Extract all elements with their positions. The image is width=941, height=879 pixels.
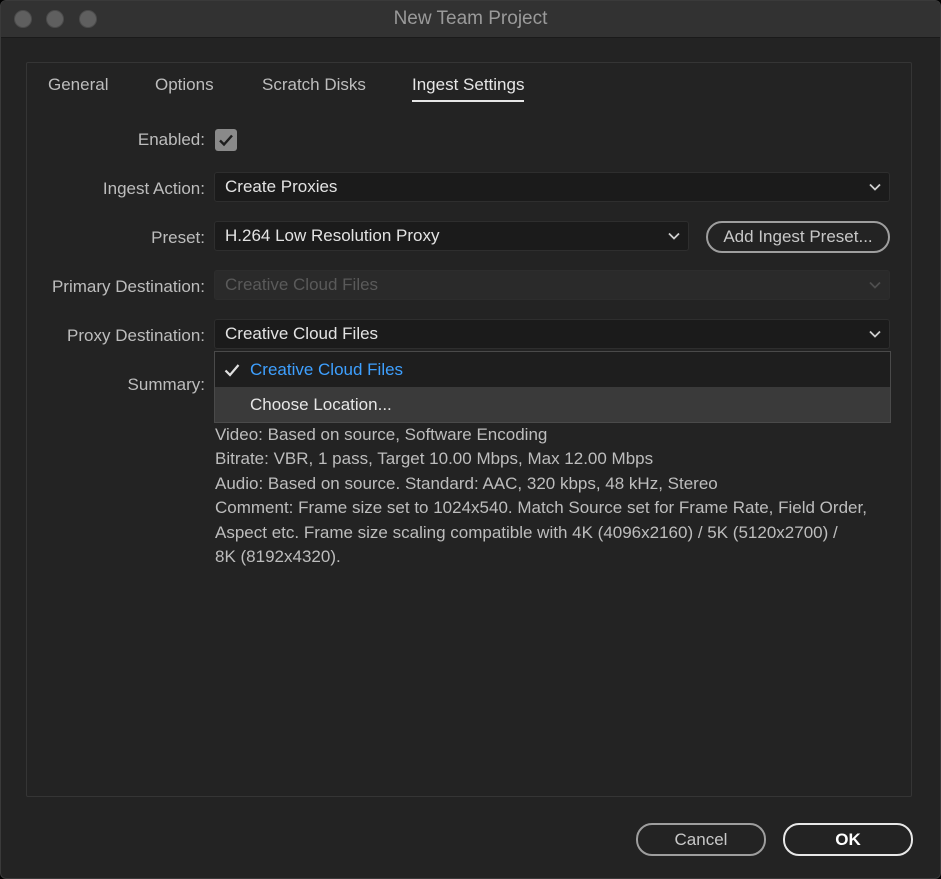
- menu-item-creative-cloud-files[interactable]: Creative Cloud Files: [215, 352, 890, 387]
- dialog-window: New Team Project General Options Scratch…: [0, 0, 941, 879]
- chevron-down-icon: [668, 232, 680, 240]
- primary-destination-select: Creative Cloud Files: [214, 270, 890, 300]
- summary-line: 8K (8192x4320).: [215, 547, 341, 567]
- menu-item-choose-location[interactable]: Choose Location...: [215, 387, 890, 422]
- menu-item-label: Choose Location...: [250, 395, 392, 414]
- proxy-destination-select[interactable]: Creative Cloud Files: [214, 319, 890, 349]
- summary-line: Audio: Based on source. Standard: AAC, 3…: [215, 473, 718, 493]
- summary-line: Video: Based on source, Software Encodin…: [215, 425, 548, 444]
- preset-value: H.264 Low Resolution Proxy: [225, 226, 440, 245]
- tab-general[interactable]: General: [48, 75, 108, 95]
- tab-scratch-disks[interactable]: Scratch Disks: [262, 75, 366, 95]
- preset-label: Preset:: [151, 228, 205, 247]
- tab-ingest-settings[interactable]: Ingest Settings: [412, 75, 525, 102]
- title-bar[interactable]: New Team Project: [1, 1, 940, 38]
- proxy-destination-label: Proxy Destination:: [67, 326, 205, 345]
- preset-select[interactable]: H.264 Low Resolution Proxy: [214, 221, 689, 251]
- ingest-action-select[interactable]: Create Proxies: [214, 172, 890, 202]
- chevron-down-icon: [869, 330, 881, 338]
- primary-destination-label: Primary Destination:: [51, 277, 205, 296]
- enabled-checkbox[interactable]: [215, 129, 237, 151]
- summary-line: Aspect etc. Frame size scaling compatibl…: [215, 522, 838, 542]
- checkmark-icon: [224, 364, 240, 377]
- menu-item-label: Creative Cloud Files: [250, 360, 404, 379]
- summary-label: Summary:: [127, 375, 205, 394]
- primary-destination-value: Creative Cloud Files: [225, 275, 379, 294]
- summary-line: Comment: Frame size set to 1024x540. Mat…: [215, 498, 867, 518]
- window-title: New Team Project: [393, 8, 548, 29]
- checkmark-icon: [219, 134, 233, 147]
- add-ingest-preset-button[interactable]: Add Ingest Preset...: [706, 221, 890, 253]
- ok-button[interactable]: OK: [783, 823, 913, 856]
- tab-bar: General Options Scratch Disks Ingest Set…: [1, 61, 940, 105]
- tab-ingest-settings-label: Ingest Settings: [412, 75, 525, 94]
- chevron-down-icon: [869, 281, 881, 289]
- cancel-button[interactable]: Cancel: [636, 823, 766, 856]
- chevron-down-icon: [869, 183, 881, 191]
- active-tab-indicator: [412, 100, 525, 102]
- summary-line: Bitrate: VBR, 1 pass, Target 10.00 Mbps,…: [215, 449, 654, 469]
- proxy-destination-menu: Creative Cloud Files Choose Location...: [214, 351, 891, 423]
- proxy-destination-value: Creative Cloud Files: [225, 324, 379, 343]
- enabled-label: Enabled:: [137, 130, 205, 149]
- ingest-action-label: Ingest Action:: [102, 179, 205, 198]
- summary-text: Video: Based on source, Software Encodin…: [215, 423, 905, 569]
- ingest-action-value: Create Proxies: [225, 177, 338, 196]
- tab-options[interactable]: Options: [155, 75, 214, 95]
